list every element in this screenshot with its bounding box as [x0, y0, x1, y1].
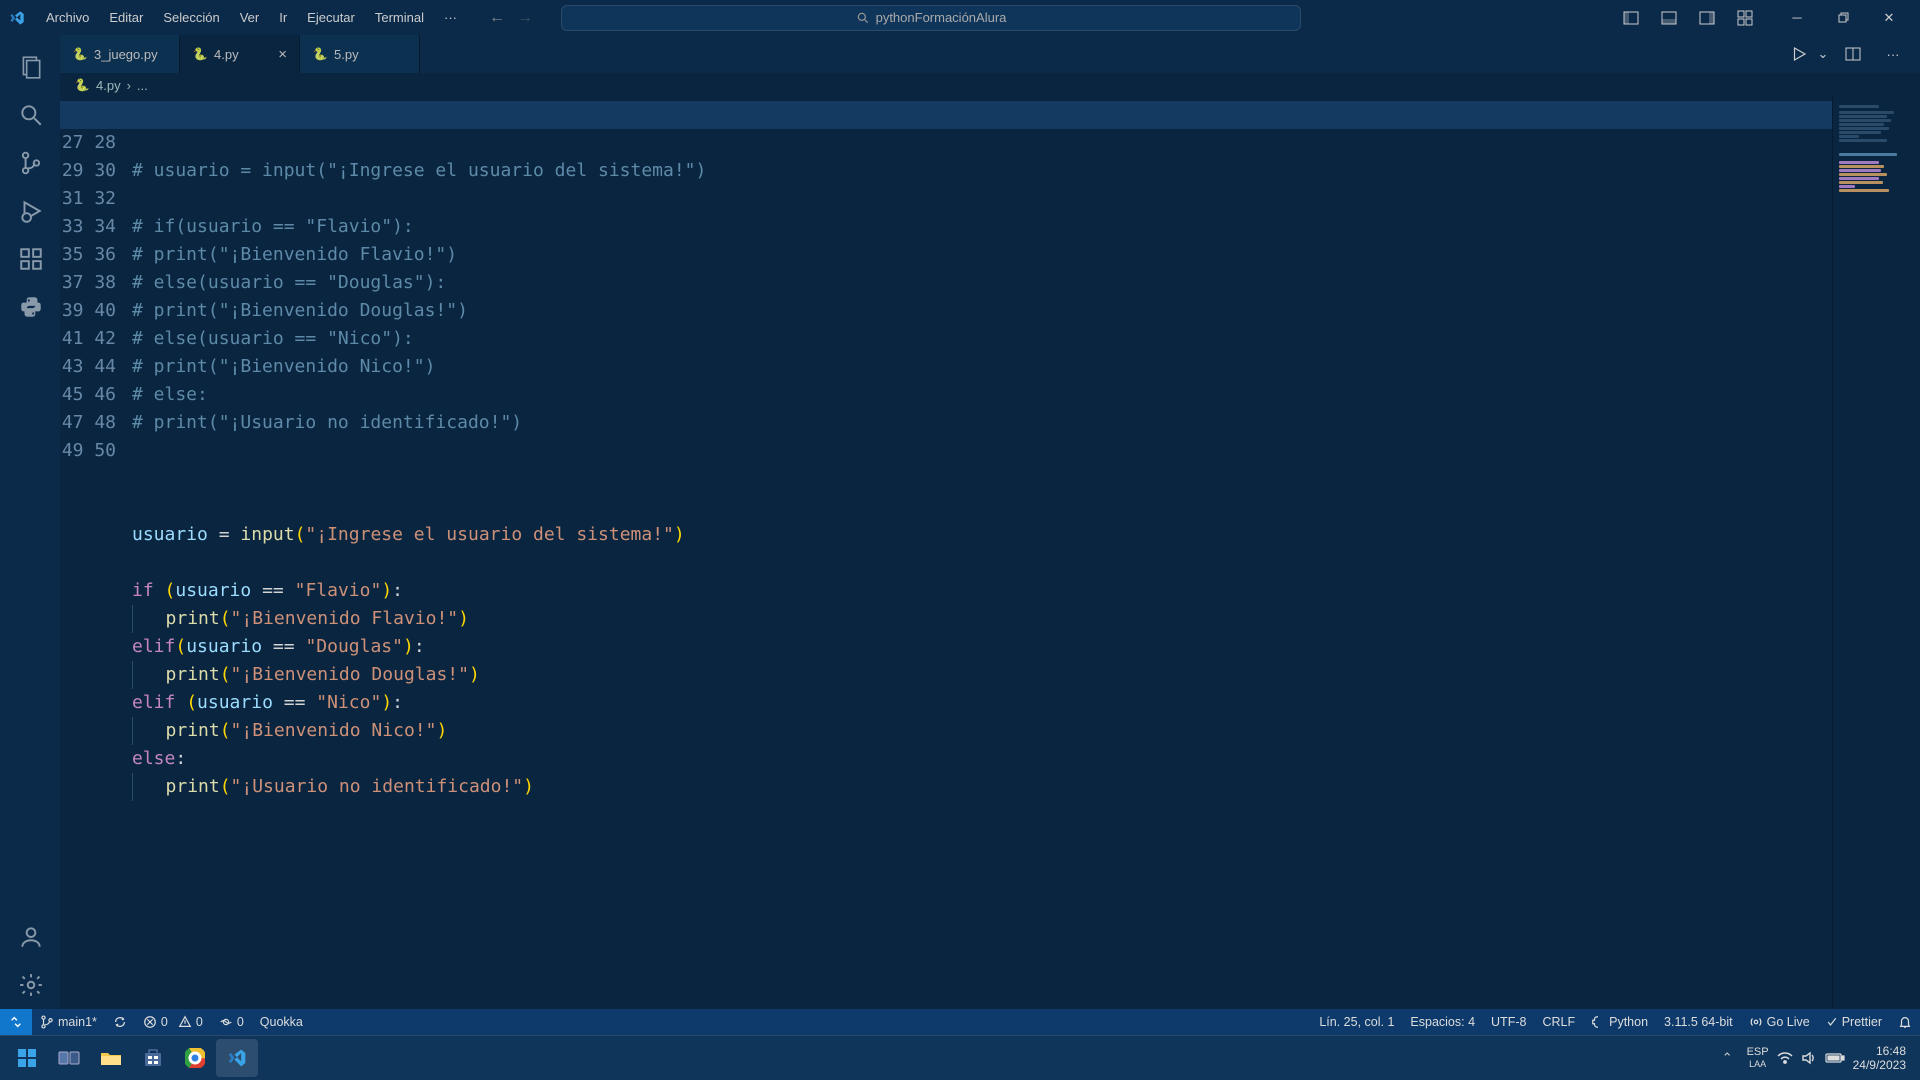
menu-more-icon[interactable]: ···	[436, 6, 465, 29]
nav-back-icon[interactable]: ←	[489, 9, 505, 27]
file-explorer-icon[interactable]	[90, 1039, 132, 1077]
language-indicator[interactable]: ESP LAA	[1747, 1046, 1769, 1070]
python-file-icon: 🐍	[312, 46, 328, 62]
quokka[interactable]: Quokka	[252, 1009, 311, 1035]
notifications-icon[interactable]	[1890, 1009, 1920, 1035]
menu-bar: Archivo Editar Selección Ver Ir Ejecutar…	[38, 6, 465, 29]
cursor-position[interactable]: Lín. 25, col. 1	[1311, 1009, 1402, 1035]
microsoft-store-icon[interactable]	[132, 1039, 174, 1077]
breadcrumb[interactable]: 🐍 4.py › ...	[60, 73, 1920, 97]
menu-seleccion[interactable]: Selección	[155, 6, 227, 29]
extensions-icon[interactable]	[6, 235, 54, 283]
clock[interactable]: 16:48 24/9/2023	[1853, 1044, 1906, 1072]
layout-panel-left-icon[interactable]	[1614, 4, 1648, 32]
code-content[interactable]: # usuario = input("¡Ingrese el usuario d…	[132, 97, 1832, 1009]
more-actions-icon[interactable]: ···	[1876, 40, 1910, 68]
eol[interactable]: CRLF	[1534, 1009, 1583, 1035]
prettier[interactable]: Prettier	[1818, 1009, 1890, 1035]
layout-panel-bottom-icon[interactable]	[1652, 4, 1686, 32]
go-live[interactable]: Go Live	[1741, 1009, 1818, 1035]
tab-5-py[interactable]: 🐍 5.py	[300, 35, 420, 73]
git-sync[interactable]	[105, 1009, 135, 1035]
search-icon[interactable]	[6, 91, 54, 139]
menu-terminal[interactable]: Terminal	[367, 6, 432, 29]
python-file-icon: 🐍	[192, 46, 208, 62]
tab-4-py[interactable]: 🐍 4.py ×	[180, 35, 300, 73]
battery-icon[interactable]	[1825, 1052, 1845, 1064]
layout-panel-right-icon[interactable]	[1690, 4, 1724, 32]
tray-overflow-icon[interactable]: ⌃	[1722, 1050, 1733, 1066]
wifi-icon[interactable]	[1777, 1051, 1793, 1065]
activity-bar	[0, 35, 60, 1009]
breadcrumb-more: ...	[137, 78, 148, 93]
window-close-icon[interactable]: ✕	[1866, 0, 1912, 35]
tab-label: 5.py	[334, 47, 359, 62]
chrome-icon[interactable]	[174, 1039, 216, 1077]
menu-ejecutar[interactable]: Ejecutar	[299, 6, 363, 29]
minimap[interactable]	[1832, 97, 1920, 1009]
breadcrumb-sep: ›	[127, 78, 131, 93]
menu-ver[interactable]: Ver	[232, 6, 268, 29]
line-numbers: 25 26 27 28 29 30 31 32 33 34 35 36 37 3…	[60, 97, 132, 1009]
title-bar: Archivo Editar Selección Ver Ir Ejecutar…	[0, 0, 1920, 35]
command-center[interactable]: pythonFormaciónAlura	[561, 5, 1301, 31]
taskview-icon[interactable]	[48, 1039, 90, 1077]
start-button[interactable]	[6, 1039, 48, 1077]
source-control-icon[interactable]	[6, 139, 54, 187]
tab-label: 4.py	[214, 47, 239, 62]
split-editor-icon[interactable]	[1836, 40, 1870, 68]
window-minimize-icon[interactable]: ─	[1774, 0, 1820, 35]
tab-3-juego[interactable]: 🐍 3_juego.py	[60, 35, 180, 73]
python-file-icon: 🐍	[74, 77, 90, 93]
ports[interactable]: 0	[211, 1009, 252, 1035]
tab-close-icon[interactable]: ×	[278, 46, 287, 63]
explorer-icon[interactable]	[6, 43, 54, 91]
windows-taskbar: ⌃ ESP LAA 16:48 24/9/2023	[0, 1035, 1920, 1080]
breadcrumb-file: 4.py	[96, 78, 121, 93]
encoding[interactable]: UTF-8	[1483, 1009, 1534, 1035]
menu-ir[interactable]: Ir	[271, 6, 295, 29]
editor-body[interactable]: 25 26 27 28 29 30 31 32 33 34 35 36 37 3…	[60, 97, 1920, 1009]
search-icon	[856, 11, 870, 25]
python-file-icon: 🐍	[72, 46, 88, 62]
volume-icon[interactable]	[1801, 1051, 1817, 1065]
command-center-label: pythonFormaciónAlura	[876, 10, 1007, 25]
run-file-icon[interactable]	[1782, 40, 1816, 68]
window-restore-icon[interactable]	[1820, 0, 1866, 35]
editor-tabs: 🐍 3_juego.py 🐍 4.py × 🐍 5.py ⌄ ···	[60, 35, 1920, 73]
menu-archivo[interactable]: Archivo	[38, 6, 97, 29]
settings-gear-icon[interactable]	[6, 961, 54, 1009]
run-debug-icon[interactable]	[6, 187, 54, 235]
tab-label: 3_juego.py	[94, 47, 158, 62]
customize-layout-icon[interactable]	[1728, 4, 1762, 32]
nav-forward-icon[interactable]: →	[517, 9, 533, 27]
errors-warnings[interactable]: 0 0	[135, 1009, 211, 1035]
language-mode[interactable]: Python	[1583, 1009, 1656, 1035]
accounts-icon[interactable]	[6, 913, 54, 961]
python-interpreter[interactable]: 3.11.5 64-bit	[1656, 1009, 1741, 1035]
status-bar: main1* 0 0 0 Quokka Lín. 25, col. 1 Espa…	[0, 1009, 1920, 1035]
git-branch[interactable]: main1*	[32, 1009, 105, 1035]
remote-indicator[interactable]	[0, 1009, 32, 1035]
run-dropdown-icon[interactable]: ⌄	[1816, 40, 1830, 68]
indentation[interactable]: Espacios: 4	[1402, 1009, 1483, 1035]
menu-editar[interactable]: Editar	[101, 6, 151, 29]
vscode-taskbar-icon[interactable]	[216, 1039, 258, 1077]
vscode-icon	[8, 9, 26, 27]
editor-area: 🐍 3_juego.py 🐍 4.py × 🐍 5.py ⌄ ··· 🐍 4.p…	[60, 35, 1920, 1009]
python-env-icon[interactable]	[6, 283, 54, 331]
